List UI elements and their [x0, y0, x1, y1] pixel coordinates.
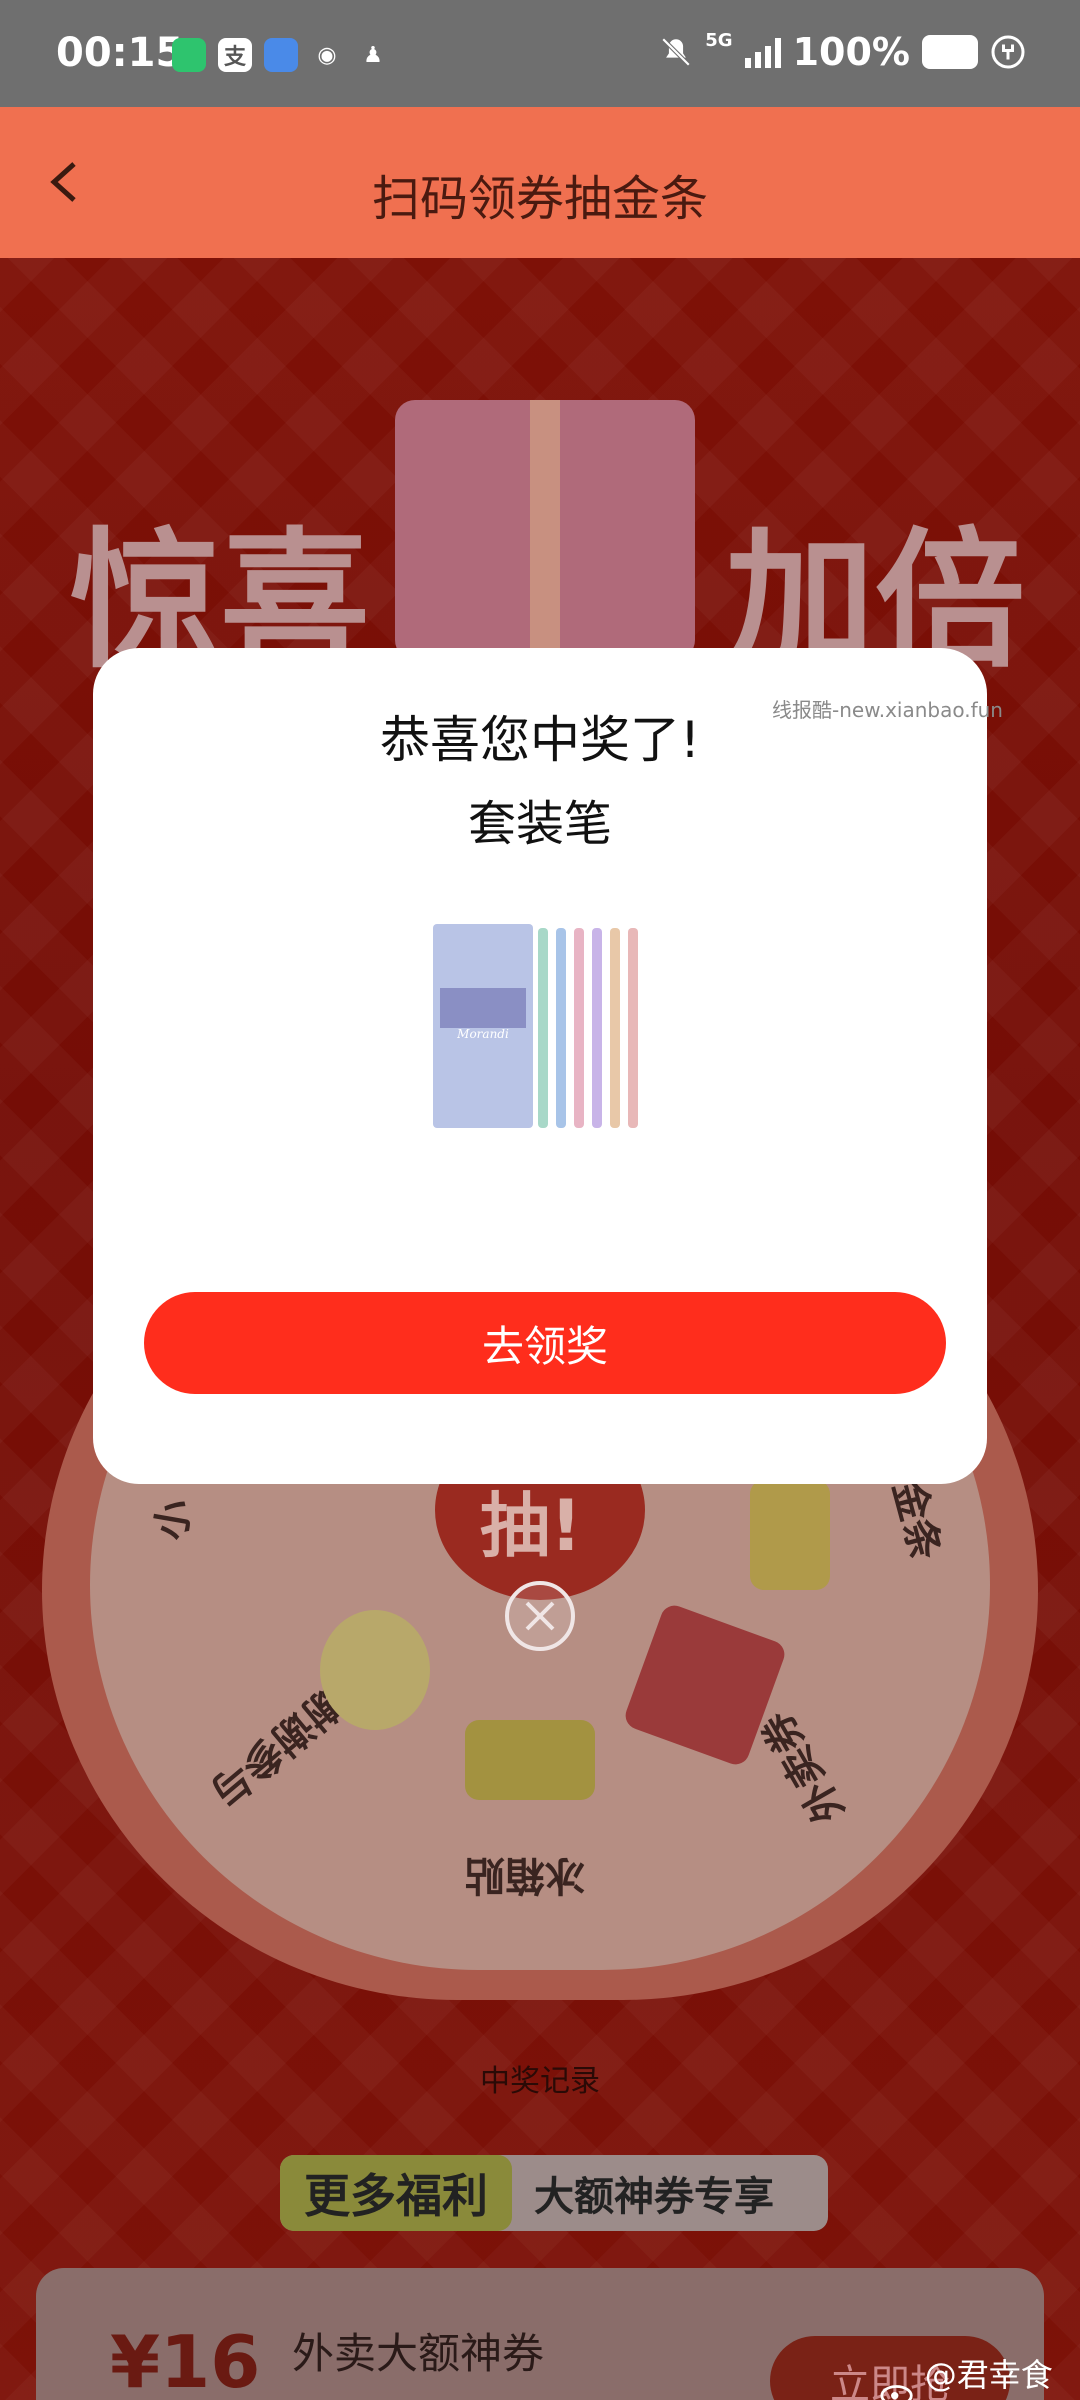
pen-set-image: Morandi	[433, 924, 638, 1128]
page-title: 扫码领券抽金条	[371, 171, 708, 227]
close-icon[interactable]	[504, 1580, 576, 1652]
big-coupon-label: 大额神券专享	[534, 2174, 774, 2220]
weibo-icon	[880, 2385, 913, 2400]
watermark-text: 线报酷-new.xianbao.fun	[772, 698, 1003, 722]
signal-icon	[744, 36, 781, 68]
alipay-icon: 支	[218, 38, 252, 72]
status-indicators: 5G 100%	[659, 30, 1026, 74]
mute-icon	[662, 37, 691, 67]
pen-box-brand: Morandi	[456, 1027, 509, 1041]
message-app-icon	[264, 38, 298, 72]
watermark-credit: @君幸食00	[880, 2350, 1080, 2400]
more-benefits-label: 更多福利	[280, 2155, 512, 2231]
battery-percent: 100%	[792, 30, 910, 74]
prize-name: 套装笔	[467, 796, 612, 852]
prize-dialog: 恭喜您中奖了! 套装笔 Morandi 去领奖	[93, 648, 987, 1484]
credit-text: @君幸食00	[924, 2356, 1053, 2400]
status-app-icons: 支 ◉ ♟	[172, 38, 390, 72]
status-time: 00:15	[56, 30, 184, 76]
status-bar: 00:15 支 ◉ ♟ 5G 100%	[0, 0, 1080, 107]
prize-toy-image	[320, 1610, 430, 1730]
weibo-icon: ◉	[317, 42, 337, 68]
coupon-price: ¥16	[110, 2320, 261, 2400]
battery-icon	[922, 35, 978, 69]
claim-prize-button[interactable]: 去领奖	[144, 1292, 946, 1394]
green-app-icon	[172, 38, 206, 72]
prize-sticker-image	[465, 1720, 595, 1800]
more-benefits-banner: 更多福利 大额神券专享	[280, 2155, 828, 2231]
nav-bar: 扫码领券抽金条	[0, 107, 1080, 258]
prize-gold-image	[750, 1480, 830, 1590]
qq-icon: ♟	[363, 42, 383, 68]
wheel-prize-label: 抽!	[480, 1485, 582, 1567]
prize-record-link[interactable]: 中奖记录	[0, 2056, 1080, 2100]
charging-icon	[991, 35, 1025, 69]
wheel-prize-label: 冰箱贴	[465, 1852, 585, 1898]
gift-ribbon	[530, 400, 560, 660]
network-type: 5G	[705, 30, 733, 51]
coupon-title: 外卖大额神券	[292, 2329, 545, 2378]
